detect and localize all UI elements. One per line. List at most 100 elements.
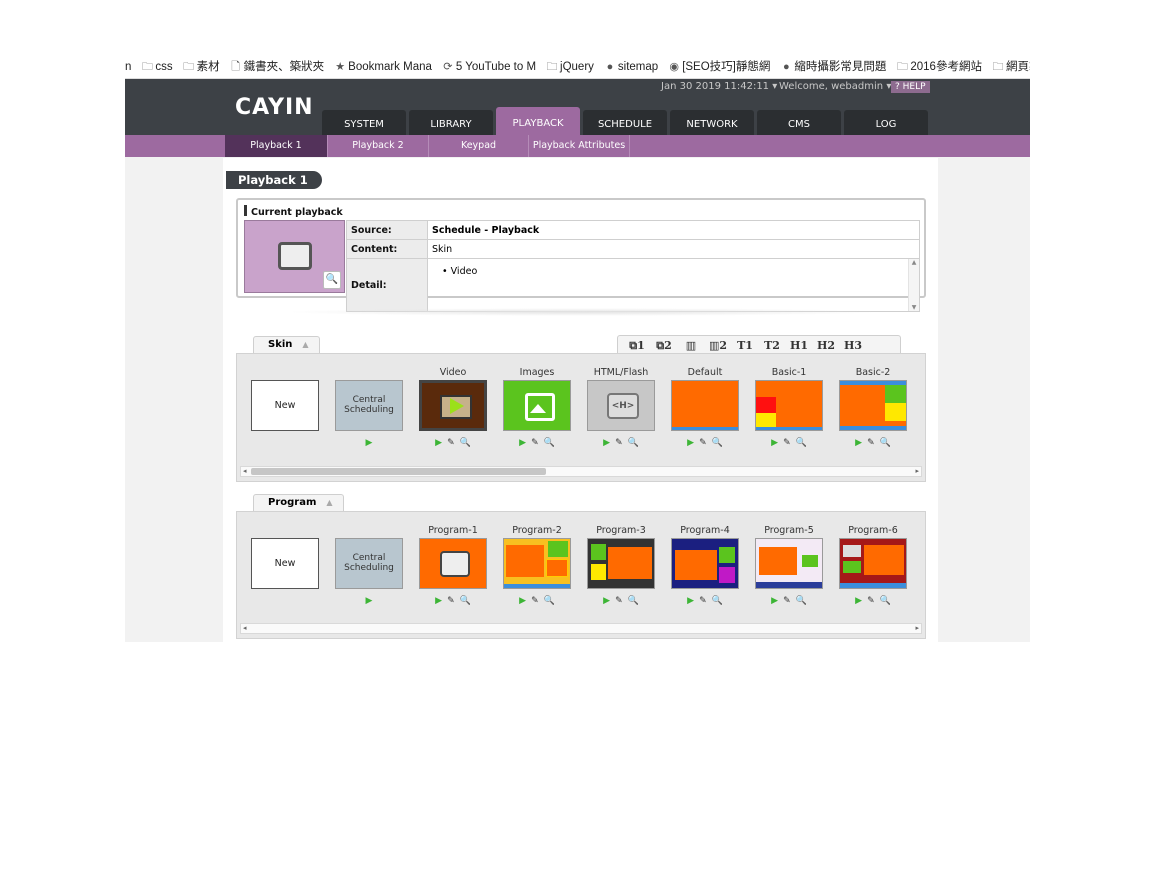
preview-zoom-icon[interactable]: 🔍 bbox=[323, 271, 341, 289]
bookmark-item[interactable]: 🗀 素材 bbox=[183, 57, 220, 78]
play-icon[interactable]: ▶ bbox=[855, 596, 862, 606]
filter-tool-icon[interactable]: ⧉1 bbox=[626, 338, 648, 354]
card-thumbnail[interactable]: New bbox=[251, 538, 319, 589]
card-thumbnail[interactable] bbox=[839, 380, 907, 431]
collapse-arrow-icon[interactable]: ▲ bbox=[326, 498, 332, 507]
play-icon[interactable]: ▶ bbox=[435, 596, 442, 606]
card-thumbnail[interactable] bbox=[671, 380, 739, 431]
play-icon[interactable]: ▶ bbox=[687, 438, 694, 448]
tab-system[interactable]: SYSTEM bbox=[322, 110, 406, 135]
zoom-icon[interactable]: 🔍 bbox=[460, 596, 471, 606]
zoom-icon[interactable]: 🔍 bbox=[628, 438, 639, 448]
edit-icon[interactable]: ✎ bbox=[615, 438, 623, 448]
edit-icon[interactable]: ✎ bbox=[867, 438, 875, 448]
play-icon[interactable]: ▶ bbox=[687, 596, 694, 606]
filter-tool-icon[interactable]: ▥2 bbox=[707, 338, 729, 354]
play-icon[interactable]: ▶ bbox=[519, 438, 526, 448]
card-thumbnail[interactable]: Central Scheduling bbox=[335, 380, 403, 431]
help-button[interactable]: ? HELP bbox=[891, 81, 930, 93]
card-thumbnail[interactable]: Central Scheduling bbox=[335, 538, 403, 589]
bookmark-item[interactable]: ◉ [SEO技巧]靜態網 bbox=[668, 57, 770, 78]
card-thumbnail[interactable] bbox=[671, 538, 739, 589]
zoom-icon[interactable]: 🔍 bbox=[880, 596, 891, 606]
card-thumbnail[interactable]: New bbox=[251, 380, 319, 431]
edit-icon[interactable]: ✎ bbox=[783, 438, 791, 448]
tab-schedule[interactable]: SCHEDULE bbox=[583, 110, 667, 135]
bookmark-item[interactable]: n bbox=[125, 57, 131, 78]
filter-tool-icon[interactable]: H1 bbox=[788, 338, 810, 354]
play-icon[interactable]: ▶ bbox=[366, 596, 373, 606]
skin-scroll-thumb[interactable] bbox=[251, 468, 546, 475]
edit-icon[interactable]: ✎ bbox=[783, 596, 791, 606]
tab-playback[interactable]: PLAYBACK bbox=[496, 107, 580, 135]
zoom-icon[interactable]: 🔍 bbox=[712, 438, 723, 448]
subnav-playback-2[interactable]: Playback 2 bbox=[328, 135, 429, 157]
subnav-playback-attributes[interactable]: Playback Attributes bbox=[529, 135, 630, 157]
program-tab[interactable]: Program ▲ bbox=[253, 494, 344, 511]
zoom-icon[interactable]: 🔍 bbox=[544, 438, 555, 448]
bookmark-item[interactable]: ⟳ 5 YouTube to M bbox=[442, 57, 536, 78]
card-thumbnail[interactable] bbox=[419, 380, 487, 431]
zoom-icon[interactable]: 🔍 bbox=[796, 438, 807, 448]
tab-library[interactable]: LIBRARY bbox=[409, 110, 493, 135]
zoom-icon[interactable]: 🔍 bbox=[712, 596, 723, 606]
edit-icon[interactable]: ✎ bbox=[867, 596, 875, 606]
filter-tool-icon[interactable]: T2 bbox=[761, 338, 783, 354]
subnav-keypad[interactable]: Keypad bbox=[429, 135, 529, 157]
bookmark-item[interactable]: 🗀 css bbox=[141, 57, 173, 78]
tab-cms[interactable]: CMS bbox=[757, 110, 841, 135]
edit-icon[interactable]: ✎ bbox=[531, 438, 539, 448]
tab-log[interactable]: LOG bbox=[844, 110, 928, 135]
skin-tab[interactable]: Skin ▲ bbox=[253, 336, 320, 353]
edit-icon[interactable]: ✎ bbox=[699, 438, 707, 448]
bookmark-item[interactable]: ● 縮時攝影常見問題 bbox=[780, 57, 886, 78]
tab-network[interactable]: NETWORK bbox=[670, 110, 754, 135]
card-thumbnail[interactable] bbox=[755, 538, 823, 589]
zoom-icon[interactable]: 🔍 bbox=[460, 438, 471, 448]
filter-tool-icon[interactable]: ⧉2 bbox=[653, 338, 675, 354]
zoom-icon[interactable]: 🔍 bbox=[796, 596, 807, 606]
edit-icon[interactable]: ✎ bbox=[447, 596, 455, 606]
zoom-icon[interactable]: 🔍 bbox=[628, 596, 639, 606]
play-icon[interactable]: ▶ bbox=[519, 596, 526, 606]
zoom-icon[interactable]: 🔍 bbox=[544, 596, 555, 606]
zoom-icon[interactable]: 🔍 bbox=[880, 438, 891, 448]
edit-icon[interactable]: ✎ bbox=[447, 438, 455, 448]
edit-icon[interactable]: ✎ bbox=[699, 596, 707, 606]
subnav-playback-1[interactable]: Playback 1 bbox=[225, 135, 328, 157]
bookmark-item[interactable]: ★ Bookmark Mana bbox=[334, 57, 432, 78]
play-icon[interactable]: ▶ bbox=[603, 438, 610, 448]
filter-tool-icon[interactable]: H3 bbox=[842, 338, 864, 354]
detail-scrollbar[interactable]: ▲ ▼ bbox=[908, 259, 919, 311]
bookmark-item[interactable]: 🗀 2016參考網站 bbox=[896, 57, 982, 78]
filter-tool-icon[interactable]: T1 bbox=[734, 338, 756, 354]
card-thumbnail[interactable] bbox=[587, 538, 655, 589]
filter-tool-icon[interactable]: ▥ bbox=[680, 338, 702, 354]
bookmark-item[interactable]: 🗀網頁製作 bbox=[992, 57, 1030, 78]
bookmark-item[interactable]: 🗋 鐵書夾、築狀夾 bbox=[230, 57, 324, 78]
play-icon[interactable]: ▶ bbox=[435, 438, 442, 448]
card-thumbnail[interactable] bbox=[503, 380, 571, 431]
card-thumbnail[interactable] bbox=[503, 538, 571, 589]
play-icon[interactable]: ▶ bbox=[771, 438, 778, 448]
user-menu[interactable]: Welcome, webadmin ▾ bbox=[779, 81, 891, 92]
card-thumbnail[interactable] bbox=[755, 380, 823, 431]
play-icon[interactable]: ▶ bbox=[771, 596, 778, 606]
datetime-dropdown[interactable]: Jan 30 2019 11:42:11 ▾ bbox=[661, 81, 777, 92]
zone-main bbox=[506, 545, 544, 577]
skin-hscrollbar[interactable]: ◂ ▸ bbox=[240, 466, 922, 477]
edit-icon[interactable]: ✎ bbox=[615, 596, 623, 606]
edit-icon[interactable]: ✎ bbox=[531, 596, 539, 606]
card-thumbnail[interactable] bbox=[839, 538, 907, 589]
play-icon[interactable]: ▶ bbox=[366, 438, 373, 448]
cayin-logo[interactable]: CAYIN bbox=[235, 95, 314, 120]
play-icon[interactable]: ▶ bbox=[603, 596, 610, 606]
collapse-arrow-icon[interactable]: ▲ bbox=[302, 340, 308, 349]
bookmark-item[interactable]: 🗀 jQuery bbox=[546, 57, 594, 78]
bookmark-item[interactable]: ● sitemap bbox=[604, 57, 659, 78]
card-thumbnail[interactable] bbox=[419, 538, 487, 589]
play-icon[interactable]: ▶ bbox=[855, 438, 862, 448]
program-hscrollbar[interactable]: ◂ ▸ bbox=[240, 623, 922, 634]
filter-tool-icon[interactable]: H2 bbox=[815, 338, 837, 354]
card-thumbnail[interactable]: <H> bbox=[587, 380, 655, 431]
